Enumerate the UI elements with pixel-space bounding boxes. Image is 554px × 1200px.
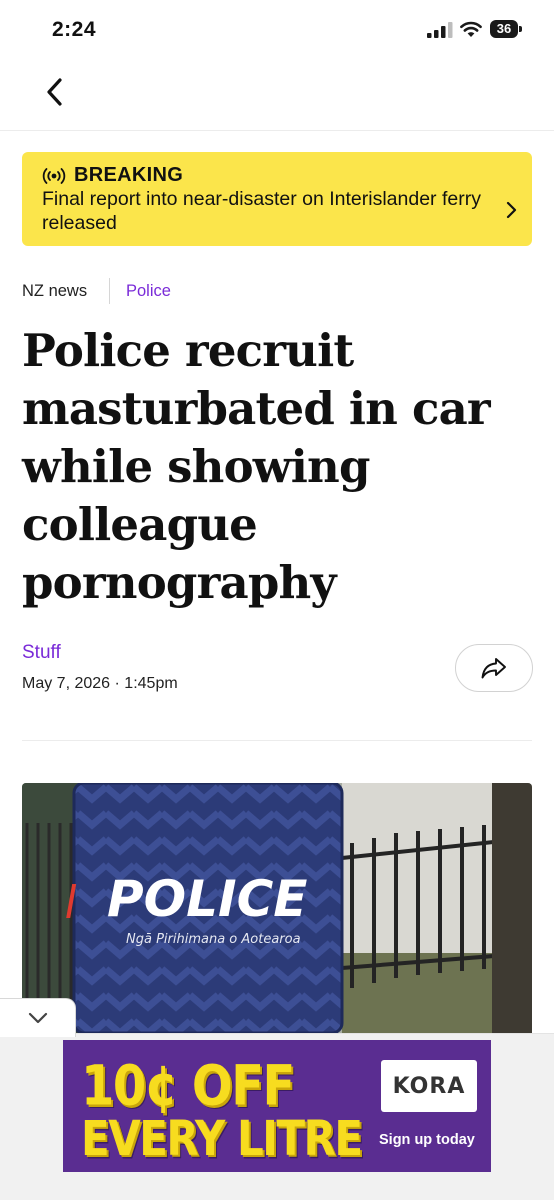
article-dateline: May 7, 2026 · 1:45pm bbox=[22, 675, 178, 693]
chevron-right-icon bbox=[506, 201, 517, 219]
battery-icon: 36 bbox=[490, 20, 522, 40]
share-button[interactable] bbox=[455, 644, 533, 692]
ad-banner[interactable]: 10¢ OFF EVERY LITRE KORA Sign up today bbox=[63, 1040, 491, 1172]
chevron-down-icon bbox=[28, 1012, 48, 1024]
cellular-signal-icon bbox=[427, 22, 453, 38]
broadcast-icon bbox=[42, 168, 66, 184]
ad-headline-line2: EVERY LITRE bbox=[81, 1110, 363, 1167]
status-bar: 2:24 36 bbox=[0, 0, 554, 60]
article-headline: Police recruit masturbated in car while … bbox=[22, 324, 491, 609]
ad-brand-text: KORA bbox=[392, 1074, 466, 1099]
back-button[interactable] bbox=[36, 72, 76, 112]
breaking-label: BREAKING bbox=[74, 164, 184, 186]
article-author-link[interactable]: Stuff bbox=[22, 642, 61, 664]
hero-image-illustration: POLICE Ngā Pirihimana o Aotearoa bbox=[22, 783, 532, 1033]
battery-level: 36 bbox=[496, 21, 512, 36]
breadcrumb-topic-link[interactable]: Police bbox=[126, 282, 171, 301]
section-divider bbox=[22, 740, 532, 741]
ad-cta-link[interactable]: Sign up today bbox=[379, 1132, 475, 1148]
wifi-icon bbox=[460, 21, 482, 37]
collapse-ad-button[interactable] bbox=[0, 998, 76, 1037]
hero-sign-text: POLICE bbox=[107, 870, 307, 928]
article-date: May 7, 2026 bbox=[22, 675, 111, 692]
article-hero-image[interactable]: POLICE Ngā Pirihimana o Aotearoa bbox=[22, 783, 532, 1033]
breaking-headline: Final report into near-disaster on Inter… bbox=[42, 188, 481, 234]
breadcrumb-section-link[interactable]: NZ news bbox=[22, 282, 87, 301]
ad-brand-logo: KORA bbox=[381, 1060, 477, 1112]
nav-bar bbox=[0, 60, 554, 131]
status-time: 2:24 bbox=[52, 18, 97, 41]
hero-sign-subtitle: Ngā Pirihimana o Aotearoa bbox=[126, 932, 301, 947]
article-time: 1:45pm bbox=[124, 675, 178, 692]
breaking-news-banner[interactable]: BREAKING Final report into near-disaster… bbox=[22, 152, 532, 246]
share-arrow-icon bbox=[481, 658, 506, 679]
dateline-separator: · bbox=[114, 675, 120, 692]
breadcrumb-divider bbox=[109, 278, 110, 304]
ad-headline-line1: 10¢ OFF bbox=[81, 1054, 295, 1119]
ad-container: 10¢ OFF EVERY LITRE KORA Sign up today bbox=[0, 1033, 554, 1200]
chevron-left-icon bbox=[47, 78, 62, 106]
